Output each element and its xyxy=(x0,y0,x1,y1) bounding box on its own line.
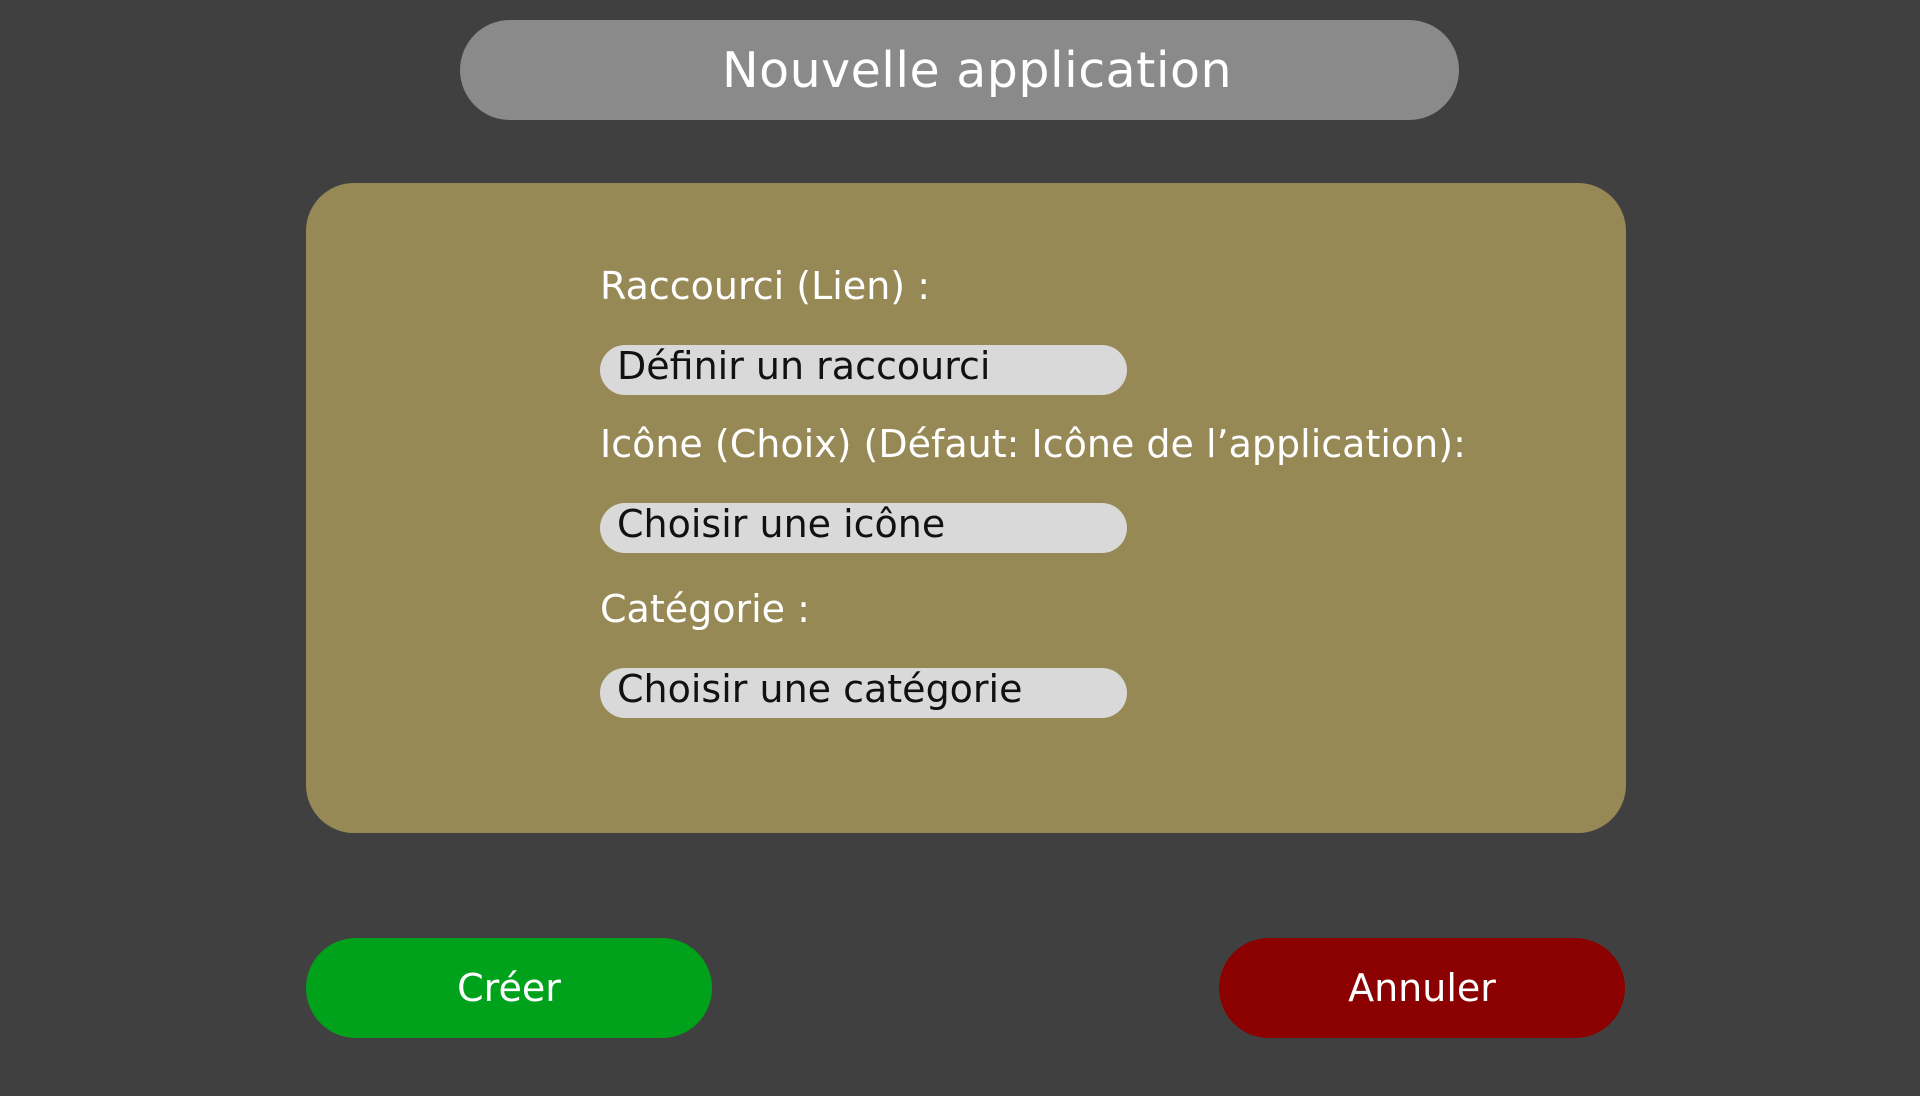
form-panel: Raccourci (Lien) : Définir un raccourci … xyxy=(306,183,1626,833)
cancel-button[interactable]: Annuler xyxy=(1219,938,1625,1038)
create-button[interactable]: Créer xyxy=(306,938,712,1038)
shortcut-field[interactable]: Définir un raccourci xyxy=(600,345,1127,395)
dialog-title: Nouvelle application xyxy=(721,41,1233,99)
shortcut-label: Raccourci (Lien) : xyxy=(600,264,931,308)
category-label: Catégorie : xyxy=(600,587,810,631)
title-bar: Nouvelle application xyxy=(460,20,1459,120)
new-application-dialog: Nouvelle application Raccourci (Lien) : … xyxy=(0,0,1920,1096)
category-field[interactable]: Choisir une catégorie xyxy=(600,668,1127,718)
cancel-button-label: Annuler xyxy=(1348,966,1496,1010)
create-button-label: Créer xyxy=(457,966,561,1010)
icon-field[interactable]: Choisir une icône xyxy=(600,503,1127,553)
icon-label: Icône (Choix) (Défaut: Icône de l’applic… xyxy=(600,422,1466,466)
